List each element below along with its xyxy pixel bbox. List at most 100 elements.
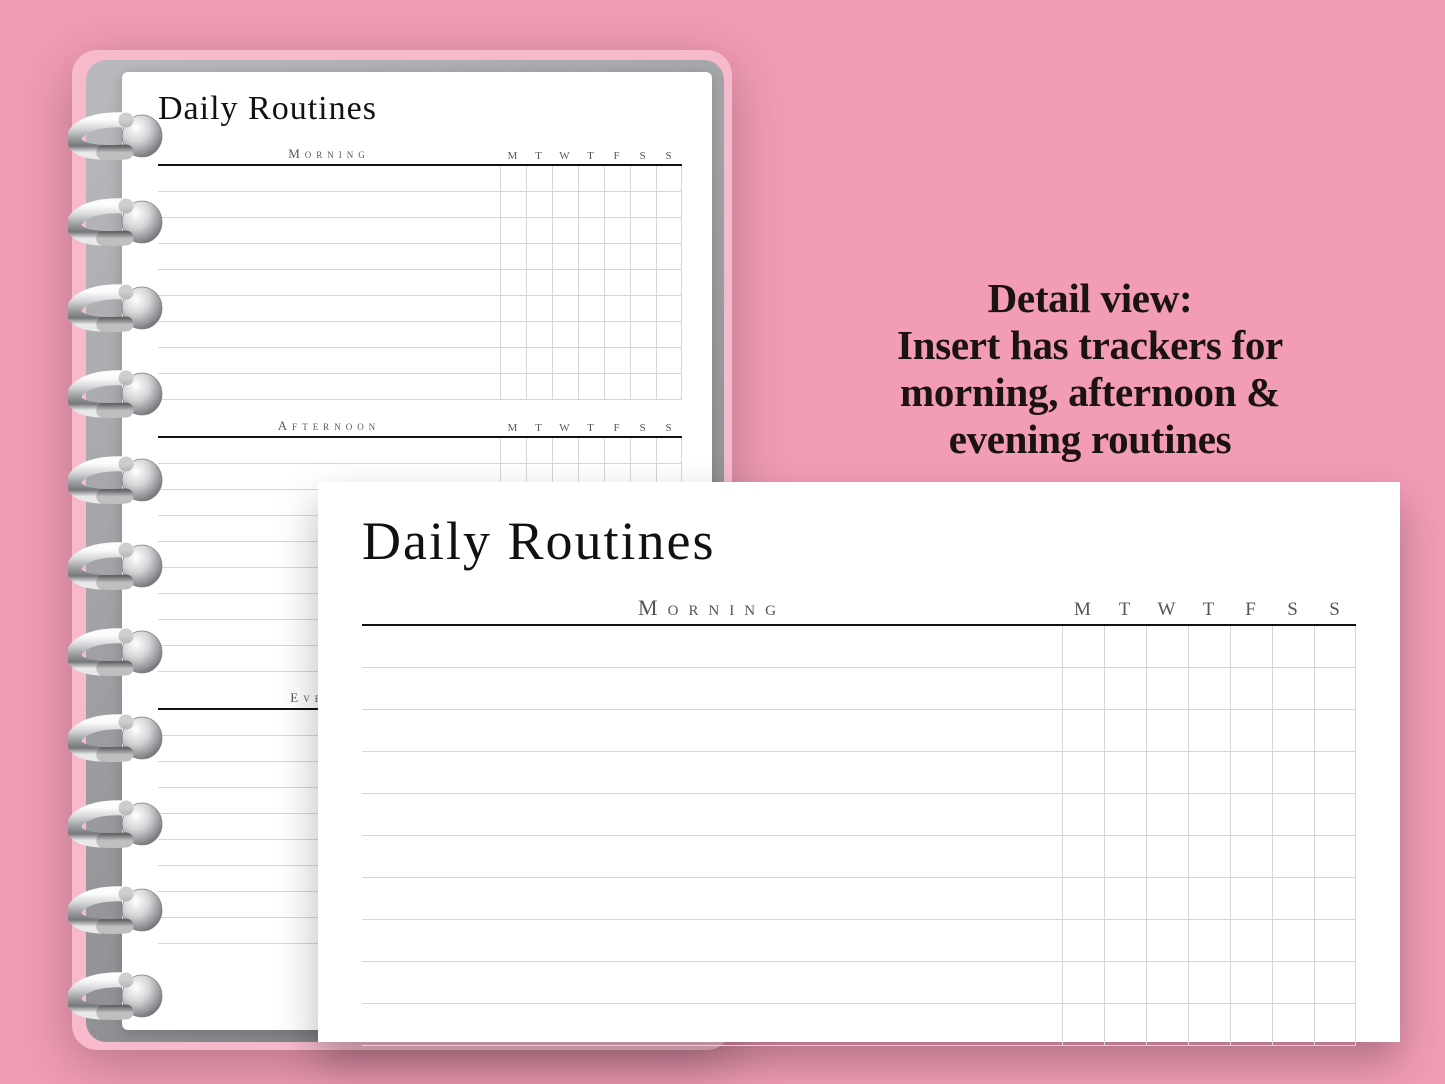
check-cell <box>1272 836 1314 878</box>
disc-ring <box>68 368 164 418</box>
disc-ring <box>68 712 164 762</box>
check-cell <box>630 270 656 296</box>
check-cell <box>500 348 526 374</box>
task-cell <box>362 1004 1062 1046</box>
task-cell <box>158 374 500 400</box>
check-cell <box>1230 668 1272 710</box>
check-cell <box>604 374 630 400</box>
caption-text: Detail view: Insert has trackers for mor… <box>780 275 1400 464</box>
check-cell <box>500 374 526 400</box>
check-cell <box>578 348 604 374</box>
check-cell <box>1188 920 1230 962</box>
day-header: M <box>500 422 526 436</box>
check-cell <box>552 374 578 400</box>
check-cell <box>552 270 578 296</box>
check-cell <box>656 166 682 192</box>
day-headers: MTWTFSS <box>500 150 682 164</box>
check-cell <box>552 438 578 464</box>
check-cell <box>1104 626 1146 668</box>
day-header: W <box>1146 599 1188 624</box>
disc-ring <box>68 626 164 676</box>
tracker-grid <box>158 166 682 400</box>
check-cell <box>552 192 578 218</box>
check-cell <box>1230 878 1272 920</box>
day-header: T <box>526 150 552 164</box>
day-header: M <box>1062 599 1104 624</box>
check-cell <box>1146 668 1188 710</box>
task-cell <box>362 752 1062 794</box>
check-cell <box>656 218 682 244</box>
check-cell <box>1062 710 1104 752</box>
check-cell <box>1314 836 1356 878</box>
check-cell <box>1146 752 1188 794</box>
detail-section-header: Morning MTWTFSS <box>362 586 1356 626</box>
check-cell <box>630 374 656 400</box>
check-cell <box>604 192 630 218</box>
check-cell <box>1104 962 1146 1004</box>
check-cell <box>552 296 578 322</box>
detail-tracker-grid <box>362 626 1356 1046</box>
check-cell <box>1062 878 1104 920</box>
check-cell <box>500 166 526 192</box>
disc-ring <box>68 282 164 332</box>
task-cell <box>158 296 500 322</box>
check-cell <box>656 374 682 400</box>
check-cell <box>578 218 604 244</box>
check-cell <box>1104 1004 1146 1046</box>
check-cell <box>604 296 630 322</box>
check-cell <box>1314 710 1356 752</box>
check-cell <box>604 166 630 192</box>
check-cell <box>1230 920 1272 962</box>
check-cell <box>1146 962 1188 1004</box>
task-cell <box>158 438 500 464</box>
check-cell <box>604 348 630 374</box>
check-cell <box>1188 710 1230 752</box>
task-cell <box>158 192 500 218</box>
check-cell <box>1062 794 1104 836</box>
check-cell <box>630 218 656 244</box>
task-cell <box>362 878 1062 920</box>
disc-ring <box>68 110 164 160</box>
disc-ring <box>68 970 164 1020</box>
check-cell <box>630 322 656 348</box>
check-cell <box>552 348 578 374</box>
check-cell <box>1314 668 1356 710</box>
check-cell <box>526 348 552 374</box>
day-header: S <box>630 422 656 436</box>
check-cell <box>1230 962 1272 1004</box>
check-cell <box>552 244 578 270</box>
check-cell <box>656 244 682 270</box>
check-cell <box>1314 920 1356 962</box>
day-header: S <box>1272 599 1314 624</box>
check-cell <box>1188 794 1230 836</box>
check-cell <box>1272 962 1314 1004</box>
check-cell <box>656 438 682 464</box>
check-cell <box>1314 626 1356 668</box>
task-cell <box>362 920 1062 962</box>
check-cell <box>500 322 526 348</box>
check-cell <box>1272 920 1314 962</box>
check-cell <box>630 296 656 322</box>
check-cell <box>1188 668 1230 710</box>
disc-ring <box>68 884 164 934</box>
day-header: W <box>552 150 578 164</box>
check-cell <box>526 270 552 296</box>
day-header: S <box>630 150 656 164</box>
check-cell <box>1062 626 1104 668</box>
check-cell <box>604 322 630 348</box>
check-cell <box>1104 920 1146 962</box>
check-cell <box>656 322 682 348</box>
check-cell <box>1314 962 1356 1004</box>
check-cell <box>1230 1004 1272 1046</box>
check-cell <box>1188 626 1230 668</box>
check-cell <box>1230 836 1272 878</box>
day-headers: MTWTFSS <box>500 422 682 436</box>
check-cell <box>578 296 604 322</box>
check-cell <box>578 244 604 270</box>
check-cell <box>552 322 578 348</box>
check-cell <box>526 374 552 400</box>
day-header: F <box>604 422 630 436</box>
day-header: W <box>552 422 578 436</box>
check-cell <box>526 322 552 348</box>
check-cell <box>1146 1004 1188 1046</box>
